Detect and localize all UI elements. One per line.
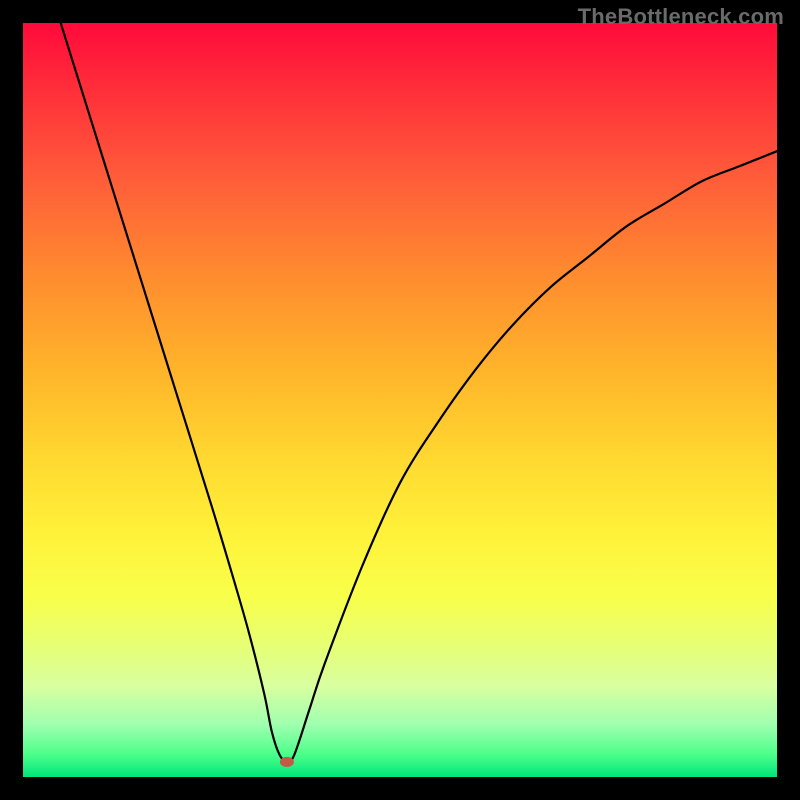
bottleneck-curve xyxy=(61,23,777,762)
minimum-marker xyxy=(280,757,294,767)
plot-area xyxy=(23,23,777,777)
curve-svg xyxy=(23,23,777,777)
watermark-text: TheBottleneck.com xyxy=(578,4,784,30)
chart-frame: TheBottleneck.com xyxy=(0,0,800,800)
